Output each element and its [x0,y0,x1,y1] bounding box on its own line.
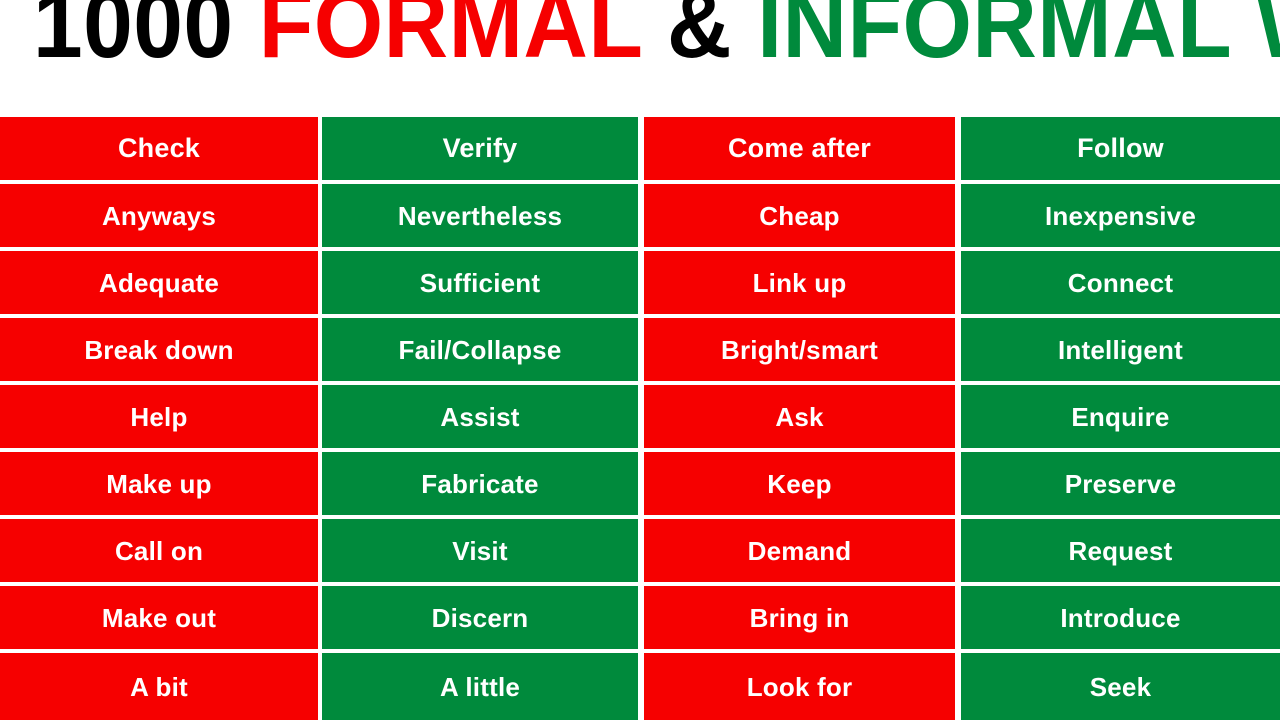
cell-formal-word: Preserve [961,452,1280,515]
cell-informal-word: Call on [0,519,318,582]
title-space-3 [732,0,757,78]
cell-informal-word: Keep [644,452,955,515]
title-segment-informal-words: INFORMAL WORDS [757,0,1280,79]
cell-informal-word: Demand [644,519,955,582]
cell-formal-word: Seek [961,653,1280,720]
cell-informal-word: Adequate [0,251,318,314]
cell-formal-word: Assist [322,385,638,448]
table-row: Break down Fail/Collapse Bright/smart In… [0,318,1280,381]
cell-informal-word: Ask [644,385,955,448]
cell-formal-word: Nevertheless [322,184,638,247]
cell-formal-word: Fabricate [322,452,638,515]
cell-formal-word: Follow [961,117,1280,180]
cell-informal-word: Break down [0,318,318,381]
table-row: Make out Discern Bring in Introduce [0,586,1280,649]
title-space-2 [642,0,667,78]
title-segment-count: 1000 [33,0,234,79]
cell-informal-word: Check [0,117,318,180]
cell-formal-word: Intelligent [961,318,1280,381]
cell-informal-word: Cheap [644,184,955,247]
cell-formal-word: Sufficient [322,251,638,314]
cell-informal-word: Make up [0,452,318,515]
cell-informal-word: Make out [0,586,318,649]
title-bar: 1000 FORMAL & INFORMAL WORDS [0,0,1280,117]
cell-formal-word: Enquire [961,385,1280,448]
table-row: Check Verify Come after Follow [0,117,1280,180]
title-space-1 [233,0,258,78]
table-row: A bit A little Look for Seek [0,653,1280,720]
table-row: Anyways Nevertheless Cheap Inexpensive [0,184,1280,247]
cell-formal-word: Discern [322,586,638,649]
title-segment-formal: FORMAL [258,0,642,79]
cell-informal-word: Anyways [0,184,318,247]
word-list-poster: 1000 FORMAL & INFORMAL WORDS Check Verif… [0,0,1280,720]
table-row: Call on Visit Demand Request [0,519,1280,582]
cell-informal-word: Help [0,385,318,448]
cell-formal-word: Verify [322,117,638,180]
cell-formal-word: Request [961,519,1280,582]
cell-formal-word: Fail/Collapse [322,318,638,381]
word-pairs-table: Check Verify Come after Follow Anyways N… [0,117,1280,720]
cell-informal-word: Bright/smart [644,318,955,381]
cell-informal-word: Look for [644,653,955,720]
title-segment-ampersand: & [667,0,732,79]
table-row: Help Assist Ask Enquire [0,385,1280,448]
cell-formal-word: Visit [322,519,638,582]
cell-informal-word: Link up [644,251,955,314]
cell-formal-word: Inexpensive [961,184,1280,247]
cell-formal-word: A little [322,653,638,720]
page-title: 1000 FORMAL & INFORMAL WORDS [33,0,1280,73]
cell-informal-word: Bring in [644,586,955,649]
table-row: Make up Fabricate Keep Preserve [0,452,1280,515]
cell-informal-word: A bit [0,653,318,720]
cell-formal-word: Introduce [961,586,1280,649]
cell-informal-word: Come after [644,117,955,180]
table-row: Adequate Sufficient Link up Connect [0,251,1280,314]
cell-formal-word: Connect [961,251,1280,314]
